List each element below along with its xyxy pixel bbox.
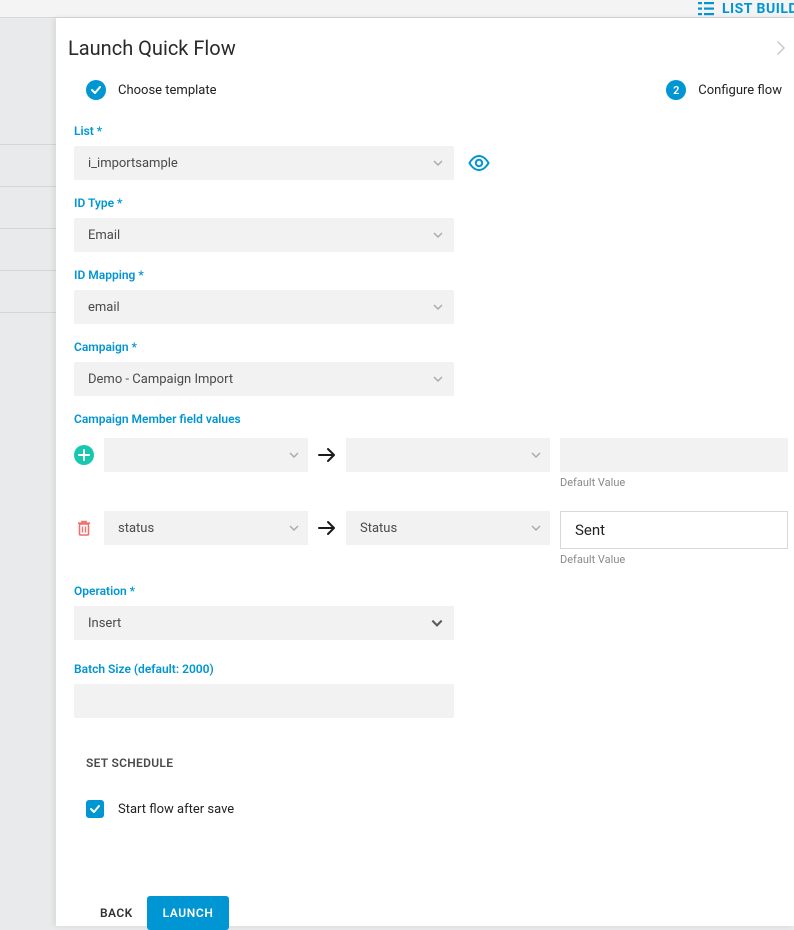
arrow-right-icon [318,438,336,472]
preview-eye-icon[interactable] [468,155,490,171]
mapping-row: Default Value [74,438,794,489]
set-schedule-button[interactable]: SET SCHEDULE [86,756,794,770]
chevron-down-icon [432,373,444,385]
idmapping-select[interactable]: email [74,290,454,324]
chevron-down-icon [432,157,444,169]
chevron-down-icon [530,522,542,534]
configure-form: List * i_importsample ID Type * Email [56,106,794,930]
check-icon [86,80,106,100]
chevron-down-icon [432,229,444,241]
add-mapping-button[interactable] [74,445,94,465]
chevron-down-icon [288,522,300,534]
arrow-right-icon [318,511,336,545]
chevron-down-icon [430,616,444,630]
step-choose-template[interactable]: Choose template [86,80,217,100]
mapping-block: Default Value status [74,438,794,566]
operation-label: Operation * [74,584,794,598]
chevron-down-icon [432,301,444,313]
member-values-label: Campaign Member field values [74,412,794,426]
list-icon [698,2,714,16]
step-configure-flow[interactable]: 2 Configure flow [666,80,782,100]
launch-button[interactable]: LAUNCH [147,896,230,930]
batch-size-input[interactable] [74,684,454,718]
step-number-icon: 2 [666,80,686,100]
mapping-source-select[interactable] [104,438,308,472]
idtype-label: ID Type * [74,196,794,210]
campaign-select[interactable]: Demo - Campaign Import [74,362,454,396]
stepper: Choose template 2 Configure flow [56,60,794,106]
start-flow-checkbox-row[interactable]: Start flow after save [86,800,794,818]
mapping-source-select[interactable]: status [104,511,308,545]
checkbox-checked-icon[interactable] [86,800,104,818]
default-value-hint: Default Value [560,553,788,566]
campaign-label: Campaign * [74,340,794,354]
mapping-default-value-input[interactable] [560,438,788,472]
list-select[interactable]: i_importsample [74,146,454,180]
step-choose-label: Choose template [118,83,217,98]
idmapping-label: ID Mapping * [74,268,794,282]
chevron-down-icon [530,449,542,461]
delete-mapping-button[interactable] [74,511,94,545]
batch-size-label: Batch Size (default: 2000) [74,662,794,676]
launch-quick-flow-modal: Launch Quick Flow Choose template 2 Conf… [56,18,794,926]
app-topbar [0,0,794,18]
chevron-down-icon [288,449,300,461]
list-build-link[interactable]: LIST BUILD [698,0,794,18]
modal-title: Launch Quick Flow [68,36,774,60]
modal-footer: BACK LAUNCH [74,896,794,930]
mapping-row: status Status Sent Default Value [74,511,794,566]
mapping-target-select[interactable] [346,438,550,472]
idtype-select[interactable]: Email [74,218,454,252]
mapping-default-value-input[interactable]: Sent [560,511,788,549]
operation-select[interactable]: Insert [74,606,454,640]
close-chevron-icon[interactable] [776,40,786,56]
mapping-target-select[interactable]: Status [346,511,550,545]
step-configure-label: Configure flow [698,83,782,98]
list-build-label: LIST BUILD [722,1,794,17]
back-button[interactable]: BACK [98,896,135,930]
start-flow-label: Start flow after save [118,802,234,817]
list-label: List * [74,124,794,138]
default-value-hint: Default Value [560,476,788,489]
